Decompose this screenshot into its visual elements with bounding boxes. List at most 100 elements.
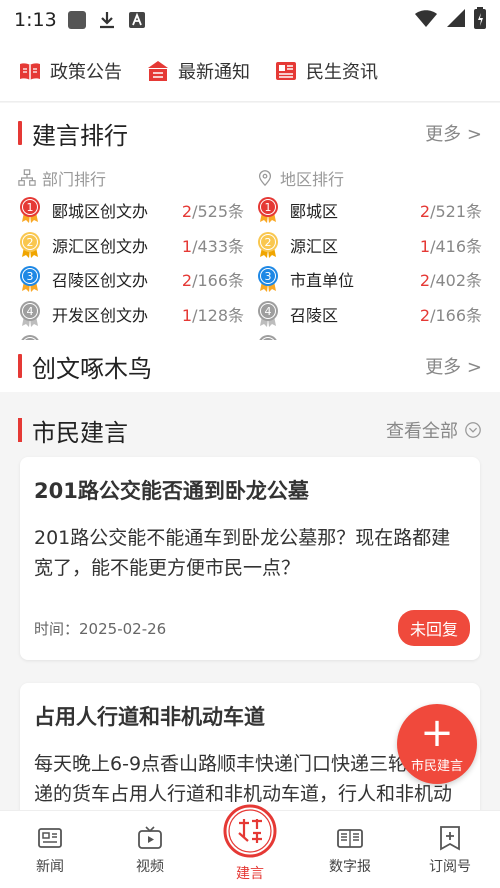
ranking-count: 1/416条: [420, 233, 482, 257]
ranking-count-pending: 1: [181, 236, 193, 256]
newspaper-icon: [276, 61, 296, 80]
ranking-name: 郾城区: [290, 202, 339, 222]
ranking-count-total: /433条: [192, 236, 244, 256]
medal-icon: 2: [256, 231, 280, 259]
ranking-more-link[interactable]: 更多 >: [425, 120, 482, 146]
ranking-count-pending: 2: [419, 271, 431, 291]
add-suggestion-button[interactable]: + 市民建言: [397, 704, 477, 784]
hierarchy-icon: [18, 169, 36, 186]
tab-news[interactable]: 新闻: [0, 811, 100, 888]
medal-icon: 1: [18, 196, 42, 224]
ranking-count: 2/166条: [420, 302, 482, 326]
woodpecker-header: 创文啄木鸟 更多 >: [0, 340, 500, 392]
ranking-count-total: /402条: [430, 271, 482, 291]
location-icon: [258, 170, 272, 187]
app-notification-icon: [67, 10, 87, 30]
topnav-policy-label: 政策公告: [50, 61, 122, 83]
signal-icon: [446, 8, 466, 33]
medal-icon: 1: [256, 196, 280, 224]
paper-icon: [337, 828, 363, 848]
book-icon: [20, 62, 40, 80]
wifi-icon: [414, 8, 438, 33]
topnav-notice[interactable]: 最新通知: [146, 58, 250, 84]
tab-digital-paper[interactable]: 数字报: [300, 811, 400, 888]
news-icon: [38, 827, 62, 848]
ranking-count-total: /525条: [192, 202, 244, 222]
status-bar: 1:13: [0, 0, 500, 40]
ranking-name: 市直单位: [290, 271, 355, 291]
ranking-row[interactable]: 1 郾城区创文办 2/525条: [18, 193, 244, 228]
region-ranking: 地区排行 1 郾城区 2/521条 2 源汇区 1/416条 3 市直单位 2/402条 4 召陵区…: [256, 163, 482, 348]
medal-rank: 4: [265, 305, 272, 318]
notice-icon: [148, 60, 168, 81]
region-ranking-head[interactable]: 地区排行: [256, 163, 482, 193]
ranking-name: 召陵区创文办: [52, 271, 149, 291]
ranking-count-total: /166条: [192, 271, 244, 291]
medal-icon: 3: [256, 265, 280, 293]
topnav-livelihood-label: 民生资讯: [306, 61, 378, 83]
tab-subscribe[interactable]: 订阅号: [400, 811, 500, 888]
medal-rank: 3: [265, 270, 272, 283]
ranking-count-total: /521条: [430, 202, 482, 222]
suggestion-time: 时间：2025-02-26: [34, 618, 166, 639]
ranking-count: 1/433条: [182, 233, 244, 257]
tv-icon: [138, 825, 162, 849]
suggestion-card[interactable]: 201路公交能否通到卧龙公墓 201路公交能不能通车到卧龙公墓那？现在路都建宽了…: [20, 457, 480, 660]
medal-rank: 2: [265, 236, 272, 249]
citizen-title: 市民建言: [32, 418, 128, 447]
ranking-count: 1/128条: [182, 302, 244, 326]
tab-suggest-label: 建言: [236, 865, 264, 882]
ranking-row[interactable]: 1 郾城区 2/521条: [256, 193, 482, 228]
woodpecker-more-link[interactable]: 更多 >: [425, 353, 482, 379]
time-value: 2025-02-26: [79, 619, 167, 638]
ranking-row[interactable]: 4 召陵区 2/166条: [256, 297, 482, 332]
ranking-count-total: /416条: [430, 236, 482, 256]
top-nav: 政策公告 最新通知 民生资讯: [0, 40, 500, 102]
ranking-count: 2/402条: [420, 267, 482, 291]
topnav-notice-label: 最新通知: [178, 61, 250, 83]
topnav-policy[interactable]: 政策公告: [18, 58, 122, 84]
plus-icon: +: [420, 709, 454, 756]
ranking-count-pending: 1: [181, 305, 193, 325]
tab-video[interactable]: 视频: [100, 811, 200, 888]
ranking-row[interactable]: 2 源汇区 1/416条: [256, 228, 482, 263]
tab-news-label: 新闻: [36, 858, 64, 875]
dept-ranking-head[interactable]: 部门排行: [18, 163, 244, 193]
section-bar: [18, 418, 22, 442]
ranking-count-total: /166条: [430, 305, 482, 325]
tab-suggest[interactable]: 建言: [200, 804, 300, 888]
suggestion-body: 201路公交能不能通车到卧龙公墓那？现在路都建宽了，能不能更方便市民一点？: [34, 527, 451, 579]
ranking-count-pending: 2: [419, 305, 431, 325]
ranking-row[interactable]: 2 源汇区创文办 1/433条: [18, 228, 244, 263]
ranking-count-pending: 2: [181, 202, 193, 222]
ranking-count-pending: 2: [181, 271, 193, 291]
ranking-header: 建言排行 更多 >: [0, 103, 500, 163]
medal-icon: 3: [18, 265, 42, 293]
ranking-row[interactable]: 3 市直单位 2/402条: [256, 262, 482, 297]
ranking-name: 召陵区: [290, 305, 339, 325]
medal-icon: 4: [256, 300, 280, 328]
dept-ranking-label: 部门排行: [42, 170, 107, 189]
citizen-view-all-label: 查看全部: [386, 421, 458, 442]
section-bar: [18, 354, 22, 378]
citizen-view-all[interactable]: 查看全部: [386, 417, 482, 443]
ranking-name: 开发区创文办: [52, 305, 149, 325]
medal-rank: 3: [27, 270, 34, 283]
suggestion-title: 201路公交能否通到卧龙公墓: [34, 479, 309, 503]
time-label: 时间：: [34, 619, 80, 638]
ranking-count: 2/525条: [182, 198, 244, 222]
topnav-livelihood[interactable]: 民生资讯: [274, 58, 378, 84]
medal-rank: 2: [27, 236, 34, 249]
dept-ranking: 部门排行 1 郾城区创文办 2/525条 2 源汇区创文办 1/433条 3 召陵区创文办 2/…: [18, 163, 244, 348]
tab-subscribe-label: 订阅号: [429, 858, 471, 875]
add-suggestion-label: 市民建言: [410, 758, 463, 774]
medal-rank: 1: [27, 201, 34, 214]
ranking-row[interactable]: 4 开发区创文办 1/128条: [18, 297, 244, 332]
ranking-count-pending: 2: [419, 202, 431, 222]
chevron-down-circle-icon: [465, 422, 481, 438]
ranking-row[interactable]: 3 召陵区创文办 2/166条: [18, 262, 244, 297]
ranking-count-pending: 1: [419, 236, 431, 256]
citizen-header: 市民建言 查看全部: [0, 400, 500, 460]
tab-digital-paper-label: 数字报: [329, 858, 371, 875]
medal-icon: 2: [18, 231, 42, 259]
